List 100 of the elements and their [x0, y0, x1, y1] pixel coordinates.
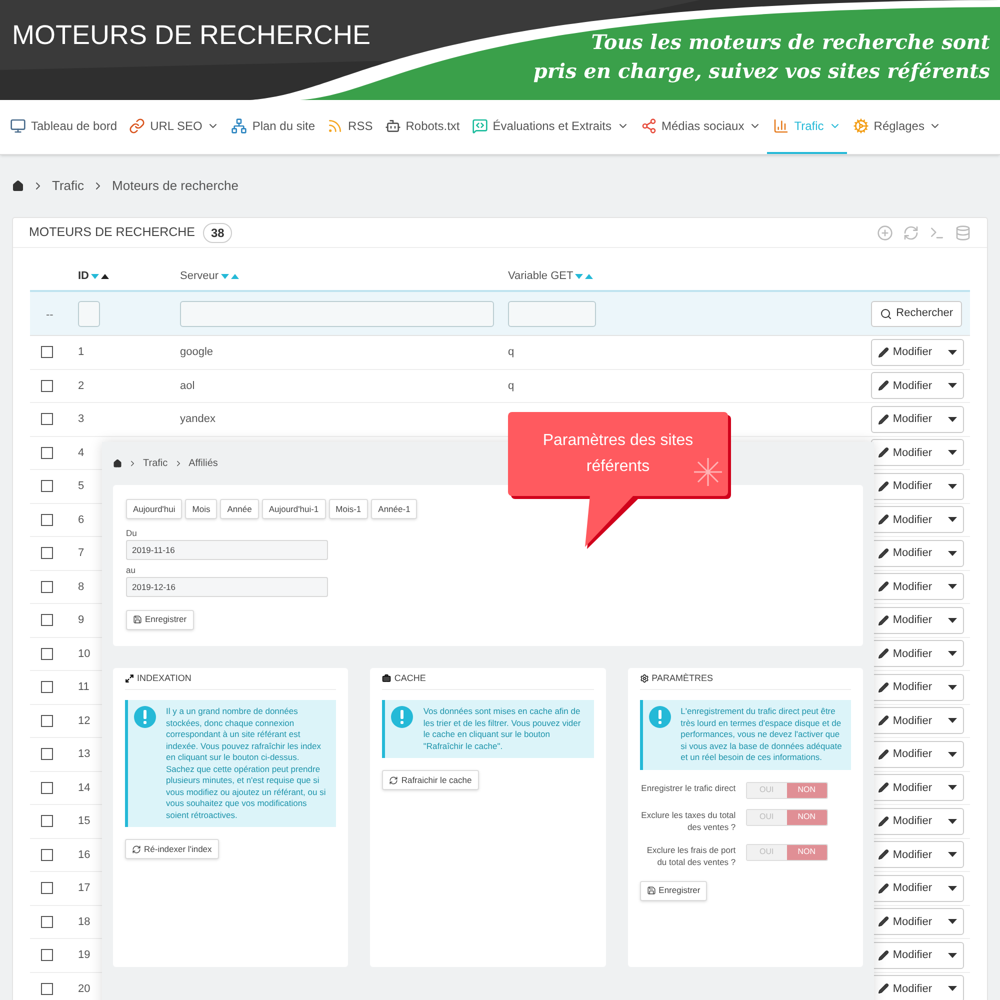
alert-text: L'enregistrement du trafic direct peut être très lourd en termes d'espace disque et de performances, vous ne devez l'activer que si vous avez la base de données adéquate et un réel besoin de ces informations.: [680, 706, 843, 764]
panel-title: CACHE: [394, 672, 426, 685]
id-cell: 3: [78, 413, 84, 425]
row-checkbox[interactable]: [41, 547, 53, 560]
banner-title: MOTEURS DE RECHERCHE: [12, 22, 371, 49]
server-cell: yandex: [180, 413, 216, 425]
date-range-button[interactable]: Année: [220, 499, 259, 519]
date-range-button[interactable]: Aujourd'hui: [126, 499, 182, 519]
id-cell: 13: [78, 748, 90, 760]
caret-icon: [948, 651, 957, 656]
row-checkbox[interactable]: [41, 714, 53, 727]
edit-button[interactable]: Modifier: [870, 406, 964, 433]
briefcase-icon: [382, 674, 392, 683]
pencil-icon: [878, 548, 889, 559]
row-checkbox[interactable]: [41, 446, 53, 459]
row-checkbox[interactable]: [41, 380, 53, 392]
callout-text: Paramètres des sites référents: [542, 431, 694, 477]
breadcrumb-item[interactable]: Trafic: [52, 176, 84, 196]
column-header[interactable]: Serveur: [180, 268, 219, 284]
nav-tab[interactable]: Évaluations et Extraits: [466, 100, 634, 154]
nav-tab[interactable]: Médias sociaux: [634, 100, 768, 154]
panel-title: PARAMÈTRES: [652, 672, 713, 685]
search-icon: [880, 308, 892, 320]
variable-filter-field[interactable]: [508, 300, 596, 326]
nav-icon: [852, 118, 869, 134]
pencil-icon: [878, 648, 889, 660]
pencil-icon: [878, 346, 889, 358]
nav-icon: [327, 118, 344, 134]
row-checkbox[interactable]: [41, 580, 53, 593]
nav-tab[interactable]: Tableau de bord: [4, 100, 124, 154]
home-icon[interactable]: [12, 180, 24, 192]
id-filter-field[interactable]: [78, 300, 100, 326]
filter-dash-text: --: [46, 308, 54, 320]
row-checkbox[interactable]: [41, 614, 53, 626]
row-checkbox[interactable]: [41, 413, 53, 426]
date-range-button[interactable]: Mois-1: [328, 499, 368, 519]
chevron-icon: [128, 459, 137, 468]
id-cell: 9: [78, 614, 84, 626]
home-icon[interactable]: [113, 459, 122, 468]
pencil-icon: [878, 682, 889, 693]
count-badge: 38: [203, 222, 232, 242]
pencil-icon: [878, 882, 889, 894]
row-checkbox[interactable]: [41, 782, 53, 794]
date-field[interactable]: 2019-11-16: [126, 540, 328, 560]
reindex-button[interactable]: Ré-indexer l'index: [125, 839, 219, 859]
edit-button[interactable]: Modifier: [870, 338, 964, 366]
caret-icon: [948, 952, 957, 958]
caret-icon: [948, 919, 957, 924]
row-checkbox[interactable]: [41, 982, 53, 995]
nav-tab[interactable]: RSS: [321, 100, 379, 154]
row-checkbox[interactable]: [41, 949, 53, 962]
setting-label: Exclure les frais de port du total des ventes ?: [646, 844, 736, 868]
date-range-button[interactable]: Année-1: [371, 499, 418, 519]
nav-tab[interactable]: Plan du site: [225, 100, 322, 154]
row-checkbox[interactable]: [41, 480, 53, 492]
server-filter-field[interactable]: [180, 300, 494, 326]
row-checkbox[interactable]: [41, 882, 53, 894]
breadcrumb-item[interactable]: Trafic: [143, 456, 168, 471]
caret-icon: [948, 517, 957, 522]
setting-label: Exclure les taxes du total des ventes ?: [640, 808, 736, 834]
pencil-icon: [878, 614, 889, 626]
row-checkbox[interactable]: [41, 681, 53, 694]
date-range-button[interactable]: Mois: [185, 499, 218, 519]
save-button[interactable]: Enregistrer: [126, 610, 194, 630]
search-button[interactable]: Rechercher: [871, 300, 962, 326]
save-icon: [133, 615, 142, 624]
edit-button[interactable]: Modifier: [870, 439, 964, 466]
nav-tab[interactable]: URL SEO: [123, 100, 226, 154]
save-button[interactable]: Enregistrer: [640, 880, 708, 900]
id-cell: 19: [78, 949, 90, 961]
column-header[interactable]: Variable GET: [508, 268, 574, 284]
pencil-icon: [878, 514, 889, 526]
date-field[interactable]: 2019-12-16: [126, 576, 328, 596]
nav-icon: [10, 118, 26, 134]
id-cell: 17: [78, 882, 90, 894]
caret-icon: [948, 886, 957, 891]
breadcrumb-item[interactable]: Affiliés: [188, 456, 218, 471]
id-cell: 16: [78, 848, 90, 860]
field-label: au: [126, 564, 136, 576]
nav-tab[interactable]: Robots.txt: [378, 100, 466, 154]
date-range-button[interactable]: Aujourd'hui-1: [262, 499, 326, 519]
edit-button[interactable]: Modifier: [870, 372, 964, 400]
sort-icon[interactable]: [91, 272, 109, 280]
exclamation-icon: [648, 706, 671, 728]
refresh-cache-button[interactable]: Rafraichir le cache: [382, 770, 479, 790]
caret-icon: [948, 986, 957, 992]
caret-icon: [948, 350, 957, 355]
row-checkbox[interactable]: [41, 346, 53, 358]
exclamation-icon: [391, 706, 414, 728]
row-checkbox[interactable]: [41, 648, 53, 660]
row-checkbox[interactable]: [41, 514, 53, 526]
row-checkbox[interactable]: [41, 916, 53, 928]
column-header[interactable]: ID: [78, 268, 89, 284]
row-checkbox[interactable]: [41, 748, 53, 760]
breadcrumb-item[interactable]: Moteurs de recherche: [112, 176, 238, 196]
variable-cell: q: [508, 346, 514, 358]
variable-cell: q: [508, 380, 514, 392]
nav-tab[interactable]: Réglages: [846, 100, 948, 154]
row-checkbox[interactable]: [41, 848, 53, 861]
row-checkbox[interactable]: [41, 815, 53, 828]
